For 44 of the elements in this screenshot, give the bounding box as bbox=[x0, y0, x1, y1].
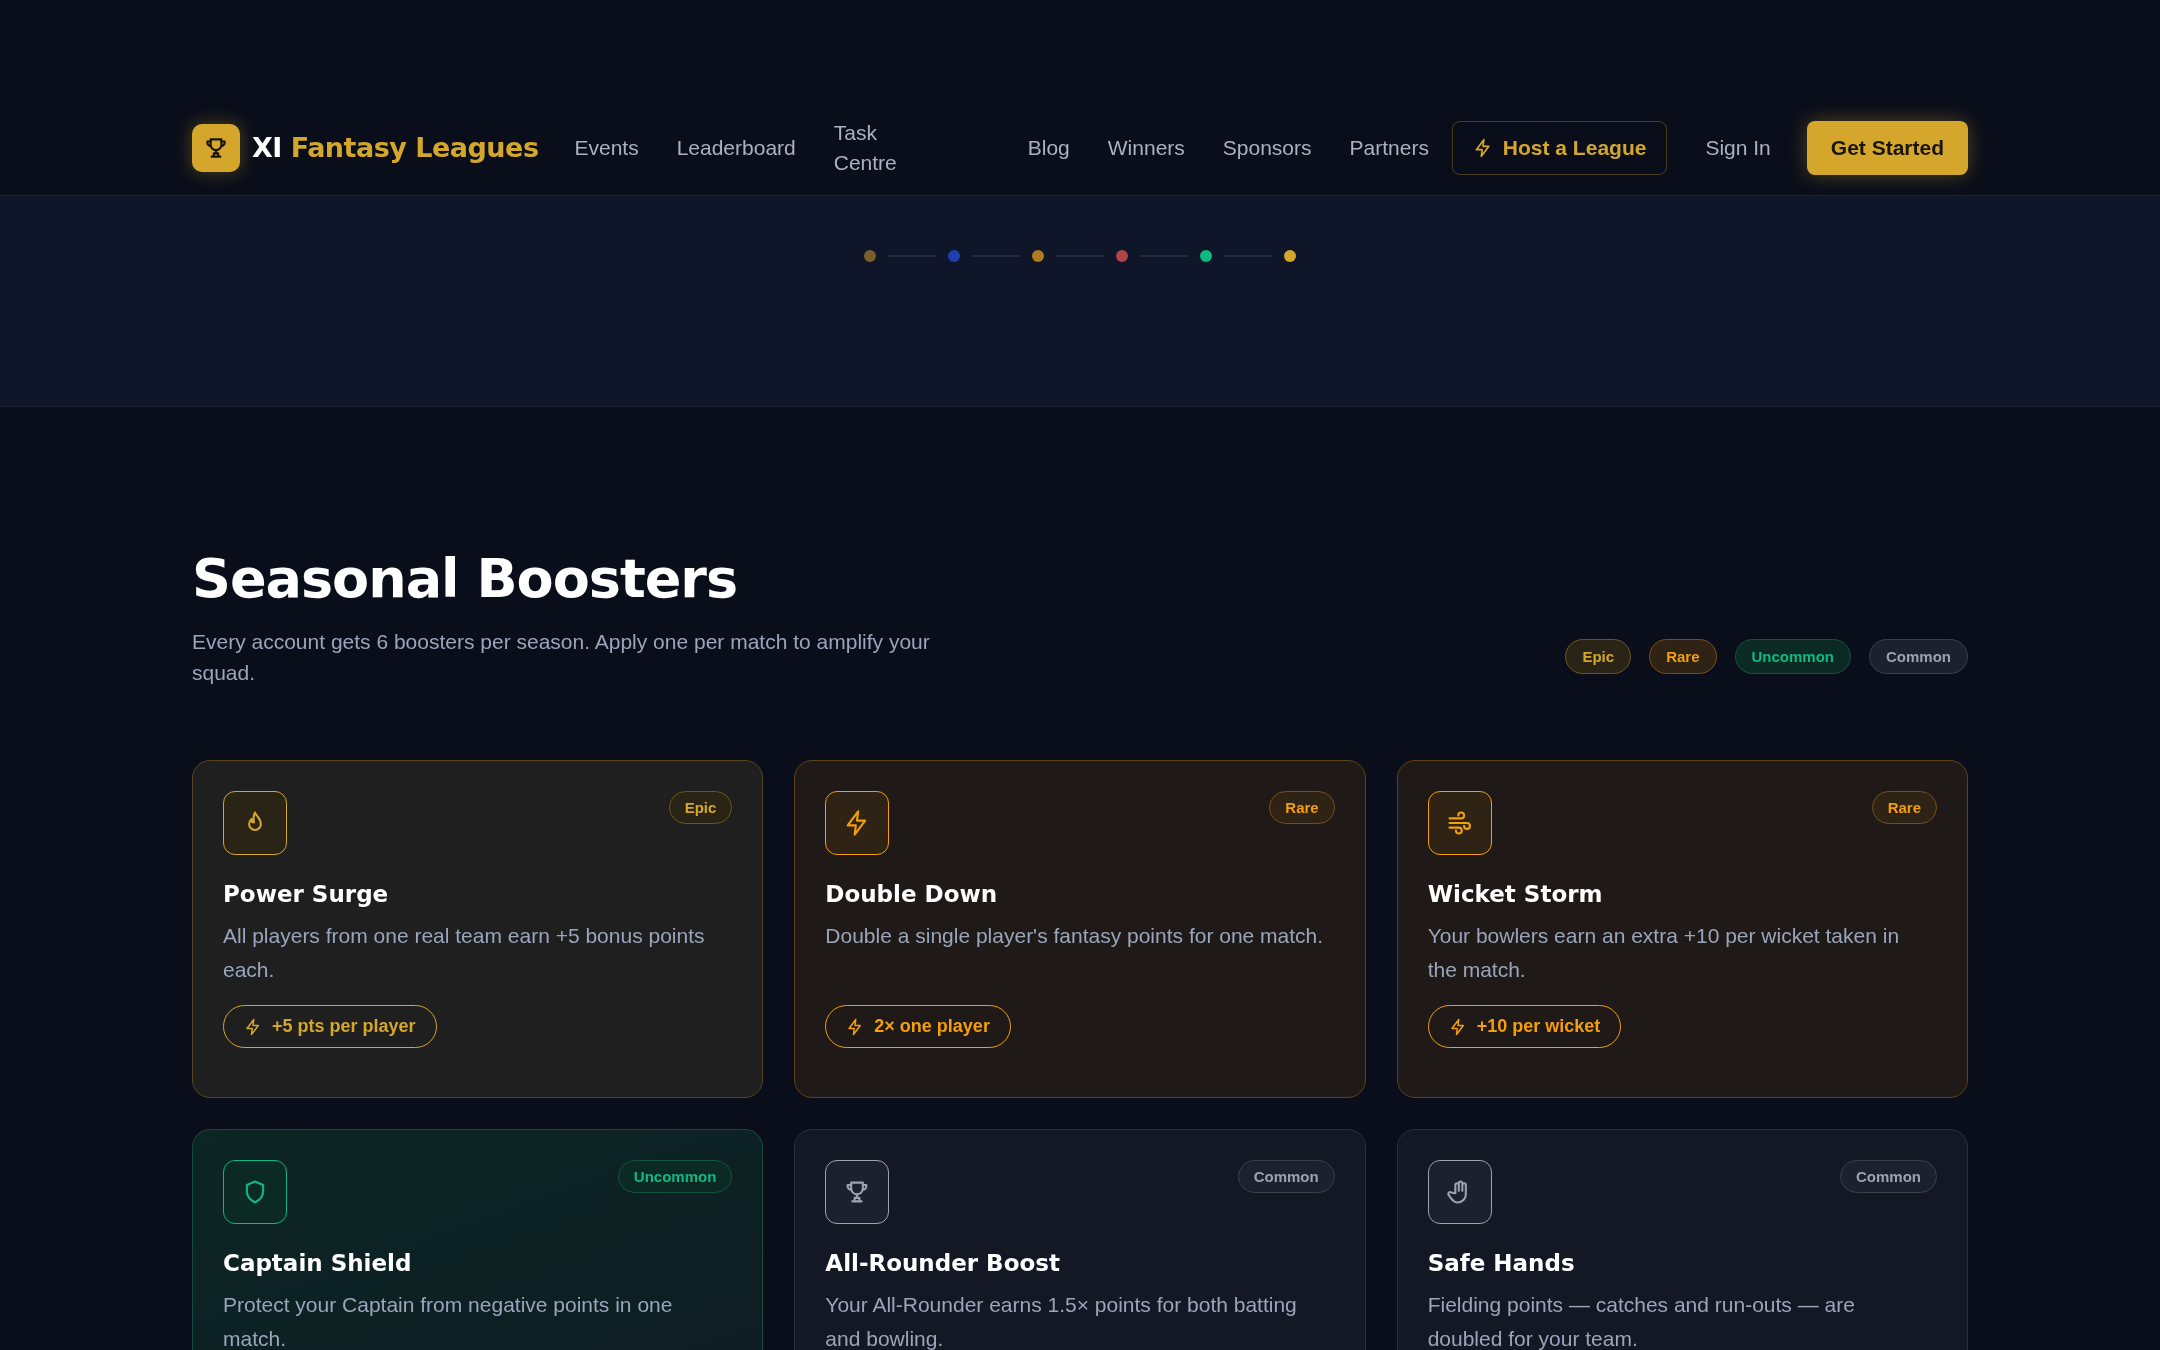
hand-icon bbox=[1427, 1160, 1492, 1224]
host-league-button[interactable]: Host a League bbox=[1451, 120, 1668, 175]
nav-link[interactable]: Winners bbox=[1107, 132, 1185, 163]
booster-description: Protect your Captain from negative points in one match. bbox=[223, 1292, 674, 1350]
sign-in-link[interactable]: Sign In bbox=[1705, 135, 1771, 160]
get-started-button[interactable]: Get Started bbox=[1806, 120, 1968, 175]
rarity-chip: Rare bbox=[1649, 639, 1717, 674]
booster-description: All players from one real team earn +5 bonus points each. bbox=[223, 923, 706, 983]
booster-title: Power Surge bbox=[223, 881, 390, 907]
booster-description: Double a single player's fantasy points for one match. bbox=[825, 923, 1325, 949]
lightning-icon bbox=[1448, 1017, 1467, 1036]
booster-description: Your All-Rounder earns 1.5× points for both batting and bowling. bbox=[825, 1292, 1298, 1350]
rarity-badge: Uncommon bbox=[617, 1160, 733, 1193]
logo-text[interactable]: XI Fantasy Leagues bbox=[252, 132, 539, 163]
section-subtitle: Every account gets 6 boosters per season. Apply one per match to amplify your squad. bbox=[192, 629, 931, 686]
rarity-badge: Common bbox=[1840, 1160, 1937, 1193]
rarity-badge: Epic bbox=[668, 791, 733, 824]
rarity-badge: Rare bbox=[1269, 791, 1335, 824]
wind-icon bbox=[1427, 791, 1492, 855]
flame-icon bbox=[223, 791, 287, 855]
booster-title: Double Down bbox=[825, 881, 999, 907]
rarity-badge: Common bbox=[1237, 1160, 1335, 1193]
rarity-chip: Common bbox=[1869, 639, 1968, 674]
booster-description: Fielding points — catches and run-outs — are doubled for your team. bbox=[1427, 1292, 1856, 1350]
bolt-icon bbox=[825, 791, 890, 855]
booster-description: Your bowlers earn an extra +10 per wicket taken in the match. bbox=[1427, 923, 1901, 983]
nav-link[interactable]: Task Centre bbox=[833, 117, 914, 178]
rarity-badge: Rare bbox=[1871, 791, 1937, 824]
booster-title: All-Rounder Boost bbox=[825, 1250, 1061, 1276]
nav-link[interactable]: Blog bbox=[1027, 132, 1070, 163]
lightning-icon bbox=[244, 1017, 262, 1036]
booster-title: Safe Hands bbox=[1427, 1250, 1576, 1276]
booster-title: Captain Shield bbox=[223, 1250, 413, 1276]
rarity-chip: Uncommon bbox=[1734, 639, 1851, 674]
trophy-icon bbox=[825, 1160, 890, 1224]
booster-title: Wicket Storm bbox=[1427, 881, 1604, 907]
section-title: Seasonal Boosters bbox=[192, 547, 739, 610]
nav-link[interactable]: Sponsors bbox=[1222, 132, 1312, 163]
trophy-icon bbox=[192, 123, 240, 172]
shield-icon bbox=[223, 1160, 287, 1224]
nav-link[interactable]: Events bbox=[574, 132, 639, 163]
nav-link[interactable]: Partners bbox=[1349, 132, 1429, 163]
rarity-chip: Epic bbox=[1565, 639, 1632, 674]
nav-link[interactable]: Leaderboard bbox=[676, 132, 796, 163]
